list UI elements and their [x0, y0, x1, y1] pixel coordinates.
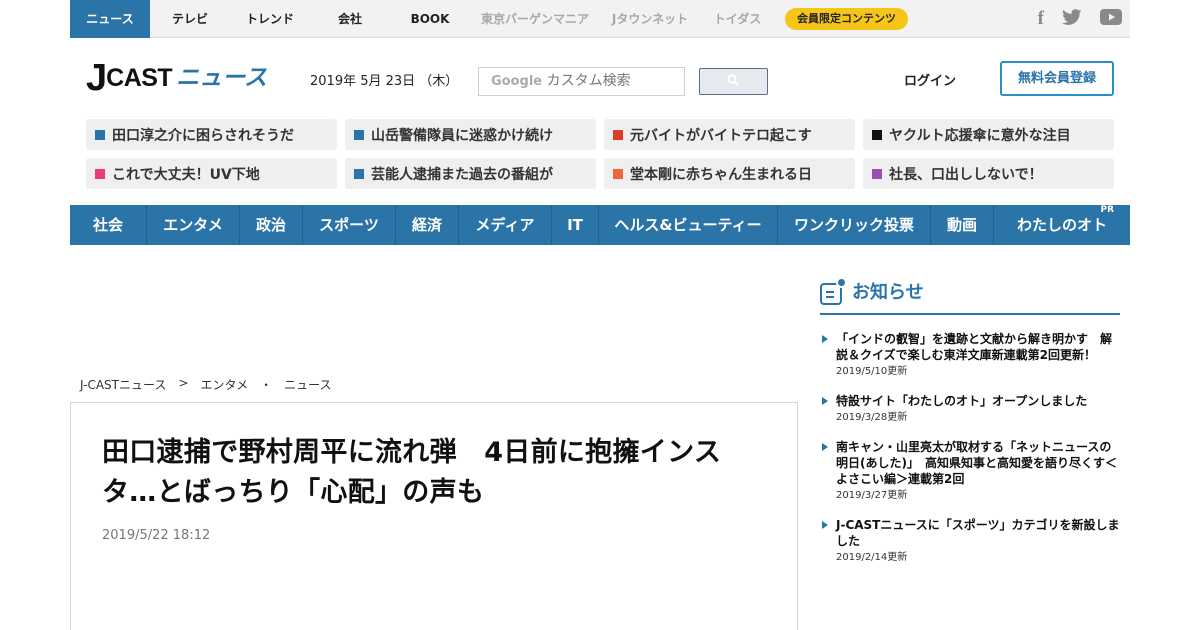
- google-brand: Google: [491, 74, 543, 89]
- notice-icon: [820, 277, 847, 305]
- notice-text: J-CASTニュースに「スポーツ」カテゴリを新設しました: [836, 518, 1120, 548]
- pr-badge: PR: [1100, 205, 1114, 215]
- tag-color-marker: [613, 129, 623, 140]
- login-link[interactable]: ログイン: [904, 70, 956, 89]
- facebook-icon[interactable]: f: [1038, 8, 1044, 30]
- breadcrumb: J-CASTニュース > エンタメ ・ ニュース: [80, 376, 332, 393]
- category-watashi-no-oto[interactable]: わたしのオト PR: [994, 205, 1130, 245]
- category-economy[interactable]: 経済: [396, 205, 459, 245]
- topnav-bargain[interactable]: 東京バーゲンマニア: [470, 0, 600, 38]
- topnav-company[interactable]: 会社: [310, 0, 390, 38]
- category-it[interactable]: IT: [552, 205, 599, 245]
- arrow-right-icon: [822, 443, 828, 451]
- category-society[interactable]: 社会: [70, 205, 147, 245]
- topnav-trend[interactable]: トレンド: [230, 0, 310, 38]
- member-content-button[interactable]: 会員限定コンテンツ: [785, 7, 908, 30]
- breadcrumb-separator: >: [178, 376, 189, 390]
- topnav-toidas[interactable]: トイダス: [700, 0, 775, 38]
- tag-color-marker: [354, 168, 364, 179]
- category-entertainment[interactable]: エンタメ: [147, 205, 240, 245]
- article-title: 田口逮捕で野村周平に流れ弾 4日前に抱擁インスタ…とばっちり「心配」の声も: [102, 437, 722, 508]
- notice-item[interactable]: 特設サイト「わたしのオト」オープンしました 2019/3/28更新: [820, 393, 1120, 425]
- logo-cast: CAST: [106, 64, 173, 92]
- article-card: 田口逮捕で野村周平に流れ弾 4日前に抱擁インスタ…とばっちり「心配」の声も 20…: [70, 402, 798, 630]
- headline-tag[interactable]: 芸能人逮捕また過去の番組が: [345, 158, 596, 189]
- social-links: f: [1038, 0, 1122, 38]
- category-one-click-vote[interactable]: ワンクリック投票: [778, 205, 931, 245]
- youtube-icon[interactable]: [1100, 8, 1122, 30]
- twitter-icon[interactable]: [1062, 8, 1082, 30]
- headline-tag[interactable]: 堂本剛に赤ちゃん生まれる日: [604, 158, 855, 189]
- topnav-tv[interactable]: テレビ: [150, 0, 230, 38]
- category-media[interactable]: メディア: [459, 205, 552, 245]
- notice-text: 「インドの叡智」を遺跡と文献から解き明かす 解説＆クイズで楽しむ東洋文庫新連載第…: [836, 332, 1113, 362]
- notice-date: 2019/5/10更新: [836, 366, 908, 377]
- category-nav: 社会 エンタメ 政治 スポーツ 経済 メディア IT ヘルス&ビューティー ワン…: [70, 205, 1130, 245]
- tag-color-marker: [354, 129, 364, 140]
- topnav-news[interactable]: ニュース: [70, 0, 150, 38]
- notice-item[interactable]: J-CASTニュースに「スポーツ」カテゴリを新設しました 2019/2/14更新: [820, 517, 1120, 565]
- register-button[interactable]: 無料会員登録: [1000, 61, 1114, 96]
- tag-text: 社長、口出ししないで！: [889, 166, 1043, 183]
- tag-text: これで大丈夫！UV下地: [112, 166, 260, 183]
- top-bar: ニュース テレビ トレンド 会社 BOOK 東京バーゲンマニア Jタウンネット …: [70, 0, 1130, 38]
- tag-text: ヤクルト応援傘に意外な注目: [889, 127, 1071, 144]
- headline-tag[interactable]: 社長、口出ししないで！: [863, 158, 1114, 189]
- current-date: 2019年 5月 23日 （木）: [310, 74, 459, 89]
- search-placeholder: カスタム検索: [546, 73, 631, 89]
- page: ニュース テレビ トレンド 会社 BOOK 東京バーゲンマニア Jタウンネット …: [0, 0, 1200, 630]
- tag-color-marker: [95, 168, 105, 179]
- notice-date: 2019/3/27更新: [836, 490, 908, 501]
- notice-item[interactable]: 「インドの叡智」を遺跡と文献から解き明かす 解説＆クイズで楽しむ東洋文庫新連載第…: [820, 331, 1120, 379]
- breadcrumb-subcategory[interactable]: ニュース: [284, 376, 331, 393]
- headline-tag[interactable]: これで大丈夫！UV下地: [86, 158, 337, 189]
- headline-tag[interactable]: ヤクルト応援傘に意外な注目: [863, 119, 1114, 150]
- arrow-right-icon: [822, 521, 828, 529]
- tag-text: 田口淳之介に困らされそうだ: [112, 127, 294, 144]
- notice-date: 2019/2/14更新: [836, 552, 908, 563]
- category-health-beauty[interactable]: ヘルス&ビューティー: [599, 205, 778, 245]
- notice-text: 南キャン・山里亮太が取材する「ネットニュースの明日(あした)」 高知県知事と高知…: [836, 440, 1117, 486]
- notice-item[interactable]: 南キャン・山里亮太が取材する「ネットニュースの明日(あした)」 高知県知事と高知…: [820, 439, 1120, 503]
- search-button[interactable]: [699, 68, 768, 95]
- category-label: わたしのオト: [1016, 216, 1107, 234]
- tag-text: 堂本剛に赤ちゃん生まれる日: [630, 166, 812, 183]
- logo-j: J: [86, 57, 107, 99]
- headline-tag[interactable]: 田口淳之介に困らされそうだ: [86, 119, 337, 150]
- tag-color-marker: [872, 168, 882, 179]
- tag-color-marker: [872, 129, 882, 140]
- tag-text: 芸能人逮捕また過去の番組が: [371, 166, 553, 183]
- category-politics[interactable]: 政治: [240, 205, 303, 245]
- category-video[interactable]: 動画: [931, 205, 994, 245]
- notices-title: お知らせ: [852, 282, 924, 303]
- headline-tag[interactable]: 山岳警備隊員に迷惑かけ続け: [345, 119, 596, 150]
- category-sports[interactable]: スポーツ: [303, 205, 396, 245]
- topnav-jtown[interactable]: Jタウンネット: [600, 0, 700, 38]
- topnav-book[interactable]: BOOK: [390, 0, 470, 38]
- arrow-right-icon: [822, 397, 828, 405]
- arrow-right-icon: [822, 335, 828, 343]
- notices-list: 「インドの叡智」を遺跡と文献から解き明かす 解説＆クイズで楽しむ東洋文庫新連載第…: [820, 331, 1120, 579]
- breadcrumb-home[interactable]: J-CASTニュース: [80, 376, 166, 393]
- headline-tag[interactable]: 元バイトがバイトテロ起こす: [604, 119, 855, 150]
- notices-header: お知らせ: [820, 277, 1120, 315]
- article-timestamp: 2019/5/22 18:12: [102, 528, 211, 543]
- logo-news: ニュース: [176, 65, 268, 91]
- tag-text: 元バイトがバイトテロ起こす: [630, 127, 812, 144]
- notice-dot: [836, 277, 847, 288]
- tag-color-marker: [95, 129, 105, 140]
- tag-text: 山岳警備隊員に迷惑かけ続け: [371, 127, 553, 144]
- notice-text: 特設サイト「わたしのオト」オープンしました: [836, 394, 1088, 408]
- breadcrumb-separator: ・: [260, 378, 273, 392]
- search-input[interactable]: Google カスタム検索: [478, 67, 685, 96]
- breadcrumb-category[interactable]: エンタメ: [200, 376, 248, 393]
- tag-color-marker: [613, 168, 623, 179]
- headline-tags: 田口淳之介に困らされそうだ 山岳警備隊員に迷惑かけ続け 元バイトがバイトテロ起こ…: [86, 119, 1114, 189]
- site-logo[interactable]: J CAST ニュース: [86, 58, 267, 100]
- notice-date: 2019/3/28更新: [836, 412, 908, 423]
- search-icon: [727, 72, 740, 91]
- top-nav: ニュース テレビ トレンド 会社 BOOK 東京バーゲンマニア Jタウンネット …: [70, 0, 908, 38]
